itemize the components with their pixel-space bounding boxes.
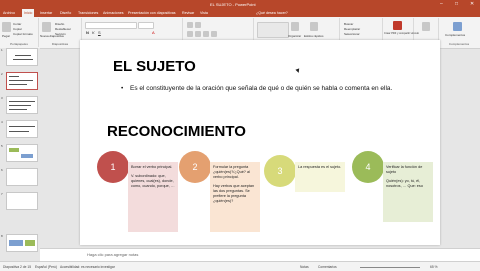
- step-text: Quién(es): yo, tú, él, nosotros, … Que: …: [386, 179, 423, 188]
- group-label: Portapapeles: [10, 42, 28, 46]
- tab-insertar[interactable]: Insertar: [40, 11, 52, 15]
- step-2-circle[interactable]: 2: [179, 151, 211, 183]
- slide-canvas[interactable]: EL SUJETO • Es el constituyente de la or…: [80, 40, 440, 245]
- align-center-icon[interactable]: [195, 31, 201, 37]
- tab-inicio[interactable]: Inicio: [22, 9, 35, 17]
- accessibility-status[interactable]: Accesibilidad: es necesario investigar: [60, 265, 115, 269]
- format-painter-button[interactable]: Copiar formato: [13, 32, 33, 36]
- shapes-gallery[interactable]: [257, 22, 289, 38]
- layout-button[interactable]: Diseño: [55, 22, 64, 26]
- font-color-icon[interactable]: A: [152, 30, 155, 35]
- step-2-box[interactable]: Formular la pregunta ¿quién(es)?/¿Qué? a…: [210, 162, 260, 232]
- new-slide-icon[interactable]: [42, 22, 51, 32]
- group-label: Complementos: [448, 42, 470, 46]
- zoom-level[interactable]: 65 %: [430, 265, 438, 269]
- tab-revisar[interactable]: Revisar: [182, 11, 194, 15]
- paste-button[interactable]: Pegar: [2, 34, 10, 38]
- slide-heading[interactable]: RECONOCIMIENTO: [107, 123, 246, 140]
- reader-icon[interactable]: [422, 22, 430, 31]
- maximize-icon[interactable]: □: [455, 1, 458, 7]
- language-indicator[interactable]: Español (Perú): [35, 265, 57, 269]
- tab-animaciones[interactable]: Animaciones: [103, 11, 124, 15]
- step-number: 3: [277, 166, 283, 176]
- underline-icon[interactable]: S: [98, 30, 101, 35]
- tab-presentacion[interactable]: Presentación con diapositivas: [128, 11, 176, 15]
- step-text: V. subordinado: que, quienes, cual(es), …: [131, 174, 175, 188]
- reset-button[interactable]: Restablecer: [55, 27, 71, 31]
- group-slides: Nueva diapositiva Diseño Restablecer Sec…: [39, 18, 82, 47]
- step-text: Borrar el verbo principal.: [131, 165, 173, 169]
- slide-thumbnails-pane: 1 2 3 4 5 6 7 8: [0, 48, 40, 261]
- step-1-box[interactable]: Borrar el verbo principal. V. subordinad…: [128, 162, 178, 232]
- step-1-circle[interactable]: 1: [97, 151, 129, 183]
- arrange-icon[interactable]: [291, 22, 299, 31]
- step-number: 1: [110, 162, 116, 172]
- tab-vista[interactable]: Vista: [200, 11, 208, 15]
- tab-diseno[interactable]: Diseño: [60, 11, 71, 15]
- notes-placeholder: Haga clic para agregar notas: [87, 252, 139, 257]
- slide-counter: Diapositiva 2 de 15: [3, 265, 32, 269]
- step-4-box[interactable]: Verificar la función de sujeto Quién(es)…: [383, 162, 433, 222]
- window-title: EL SUJETO - PowerPoint: [210, 2, 256, 7]
- notes-pane[interactable]: Haga clic para agregar notas: [40, 248, 480, 262]
- font-name-select[interactable]: [85, 22, 137, 29]
- tab-transiciones[interactable]: Transiciones: [78, 11, 98, 15]
- step-text: La respuesta es el sujeto.: [298, 165, 342, 169]
- zoom-slider[interactable]: [360, 267, 420, 268]
- copy-button[interactable]: Copiar: [13, 27, 22, 31]
- paste-icon[interactable]: [2, 22, 11, 32]
- arrange-button[interactable]: Organizar: [288, 34, 301, 38]
- minimize-icon[interactable]: –: [440, 1, 443, 7]
- group-addins: Complementos Complementos: [439, 18, 479, 47]
- ribbon-tabs: Archivo Inicio Insertar Diseño Transicio…: [0, 9, 480, 17]
- step-4-circle[interactable]: 4: [352, 151, 384, 183]
- cut-button[interactable]: Cortar: [13, 22, 21, 26]
- numbering-icon[interactable]: [195, 22, 201, 28]
- step-text: Hay verbos que aceptan las dos preguntas…: [213, 184, 255, 203]
- bullet-text: Es el constituyente de la oración que se…: [130, 85, 393, 92]
- slide-bullet[interactable]: • Es el constituyente de la oración que …: [121, 84, 430, 94]
- quick-styles-icon[interactable]: [310, 22, 318, 31]
- replace-button[interactable]: Reemplazar: [344, 27, 360, 31]
- tab-archivo[interactable]: Archivo: [3, 11, 15, 15]
- align-right-icon[interactable]: [203, 31, 209, 37]
- bold-icon[interactable]: N: [86, 30, 89, 35]
- step-text: Verificar la función de sujeto: [386, 165, 423, 174]
- tell-me-search[interactable]: ¿Qué desea hacer?: [256, 11, 288, 15]
- addins-icon[interactable]: [453, 22, 462, 31]
- find-button[interactable]: Buscar: [344, 22, 353, 26]
- addins-button[interactable]: Complementos: [445, 33, 465, 37]
- close-icon[interactable]: ✕: [470, 1, 474, 7]
- section-button[interactable]: Sección: [55, 32, 66, 36]
- step-text: Formular la pregunta ¿quién(es)?/¿Qué? a…: [213, 165, 250, 179]
- quick-styles-button[interactable]: Estilos rápidos: [304, 34, 324, 38]
- title-bar: EL SUJETO - PowerPoint – □ ✕: [0, 0, 480, 9]
- bullet-icon: •: [121, 85, 124, 92]
- font-size-select[interactable]: [138, 22, 154, 29]
- step-number: 2: [192, 162, 198, 172]
- slide-title[interactable]: EL SUJETO: [113, 58, 196, 75]
- pdf-icon[interactable]: [393, 21, 402, 30]
- select-button[interactable]: Seleccionar: [344, 32, 360, 36]
- group-clipboard: Pegar Cortar Copiar Copiar formato Porta…: [0, 18, 39, 47]
- notes-button[interactable]: Notas: [300, 265, 309, 269]
- comments-button[interactable]: Comentarios: [318, 265, 337, 269]
- bullets-icon[interactable]: [187, 22, 193, 28]
- step-number: 4: [365, 162, 371, 172]
- group-label: Diapositivas: [51, 42, 69, 46]
- italic-icon[interactable]: K: [92, 30, 95, 35]
- step-3-circle[interactable]: 3: [264, 155, 296, 187]
- step-3-box[interactable]: La respuesta es el sujeto.: [295, 162, 345, 192]
- align-left-icon[interactable]: [187, 31, 193, 37]
- justify-icon[interactable]: [211, 31, 217, 37]
